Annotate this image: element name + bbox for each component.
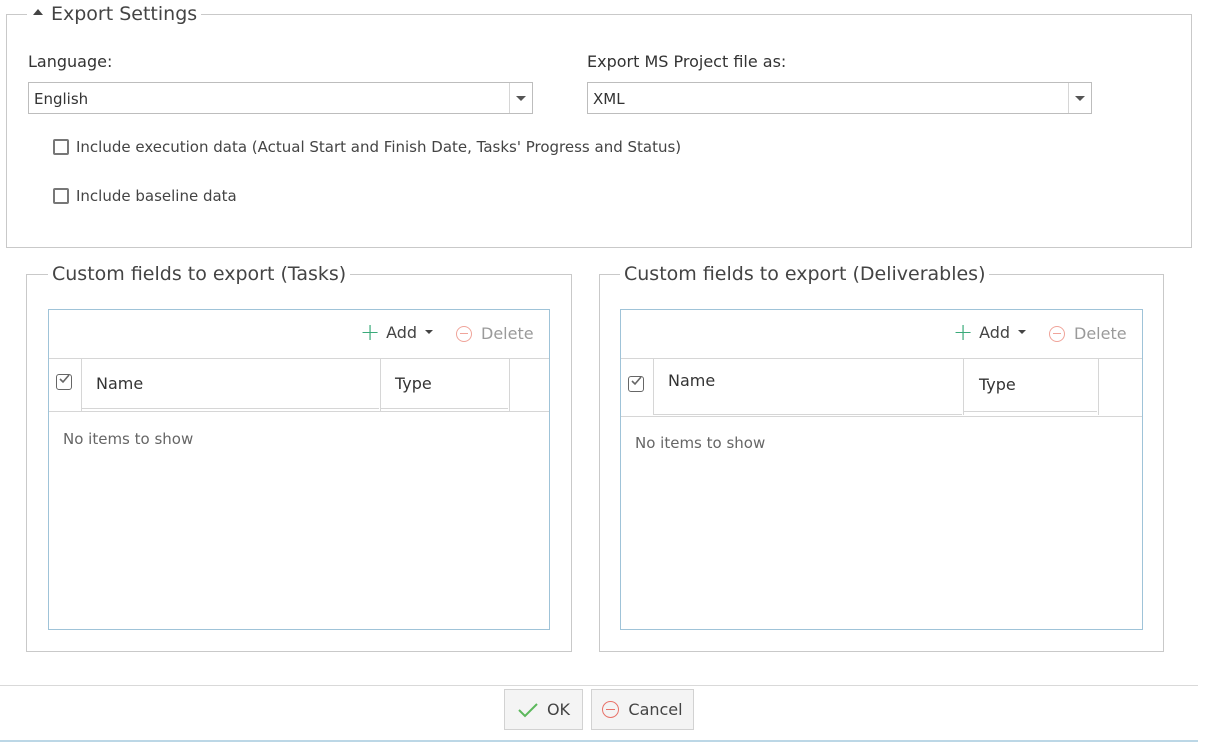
grid-divider: [49, 411, 549, 412]
grid-divider: [621, 358, 1142, 359]
include-execution-row: Include execution data (Actual Start and…: [53, 138, 681, 156]
plus-icon: +: [953, 318, 974, 346]
chevron-down-icon[interactable]: [509, 83, 532, 113]
export-settings-legend[interactable]: Export Settings: [27, 1, 202, 27]
grid-divider: [1098, 358, 1099, 415]
grid-divider: [509, 358, 510, 411]
tasks-empty-message: No items to show: [63, 430, 194, 448]
ms-project-format-select[interactable]: XML: [587, 82, 1092, 114]
language-value: English: [34, 90, 89, 108]
grid-divider: [81, 408, 379, 409]
deliverables-add-label: Add: [979, 322, 1011, 342]
tasks-grid: + Add Delete Name Type No items to show: [48, 309, 550, 630]
grid-divider: [380, 358, 381, 411]
grid-divider: [49, 358, 549, 359]
caret-down-icon: [1018, 330, 1027, 334]
language-label: Language:: [28, 52, 113, 71]
tasks-add-button[interactable]: + Add: [360, 318, 434, 346]
grid-divider: [653, 414, 962, 415]
deliverables-column-type[interactable]: Type: [979, 375, 1016, 394]
ms-project-format-value: XML: [593, 90, 625, 108]
include-baseline-checkbox[interactable]: [53, 188, 69, 204]
plus-icon: +: [360, 318, 381, 346]
collapse-caret-icon[interactable]: [33, 8, 43, 15]
deliverables-add-button[interactable]: + Add: [953, 318, 1027, 346]
include-execution-label: Include execution data (Actual Start and…: [76, 138, 682, 156]
cancel-button[interactable]: Cancel: [591, 689, 694, 730]
minus-circle-icon: [1049, 325, 1065, 342]
grid-divider: [380, 408, 508, 409]
chevron-down-icon[interactable]: [1068, 83, 1091, 113]
select-all-checkbox[interactable]: [56, 374, 72, 390]
tasks-delete-label: Delete: [481, 324, 534, 343]
grid-divider: [963, 411, 1097, 412]
tasks-column-name[interactable]: Name: [96, 374, 143, 393]
ok-button[interactable]: OK: [504, 689, 583, 730]
grid-divider: [81, 358, 82, 411]
tasks-column-type[interactable]: Type: [395, 374, 432, 393]
grid-divider: [653, 358, 654, 415]
deliverables-grid: + Add Delete Name Type No items to show: [620, 309, 1143, 630]
tasks-section-title: Custom fields to export (Tasks): [48, 261, 351, 287]
deliverables-column-name[interactable]: Name: [668, 371, 715, 390]
check-icon: [631, 376, 642, 386]
footer-divider: [0, 685, 1198, 686]
deliverables-delete-label: Delete: [1074, 324, 1127, 343]
ms-project-format-label: Export MS Project file as:: [587, 52, 787, 71]
check-icon: [59, 374, 70, 384]
include-baseline-label: Include baseline data: [76, 187, 237, 205]
include-execution-checkbox[interactable]: [53, 139, 69, 155]
minus-circle-icon: [602, 701, 620, 718]
export-settings-section: Export Settings: [6, 1, 1192, 248]
include-baseline-row: Include baseline data: [53, 187, 237, 205]
grid-divider: [621, 416, 1142, 417]
cancel-label: Cancel: [628, 700, 683, 719]
deliverables-delete-button[interactable]: Delete: [1049, 324, 1127, 343]
tasks-delete-button[interactable]: Delete: [456, 324, 534, 343]
deliverables-section-title: Custom fields to export (Deliverables): [620, 261, 990, 287]
tasks-add-label: Add: [386, 322, 418, 342]
ok-label: OK: [546, 700, 571, 719]
caret-down-icon: [425, 330, 434, 334]
grid-divider: [963, 358, 964, 415]
export-settings-title: Export Settings: [51, 3, 198, 25]
select-all-checkbox[interactable]: [628, 376, 644, 392]
language-select[interactable]: English: [28, 82, 533, 114]
minus-circle-icon: [456, 325, 472, 342]
checkmark-icon: [518, 702, 538, 717]
deliverables-empty-message: No items to show: [635, 434, 766, 452]
